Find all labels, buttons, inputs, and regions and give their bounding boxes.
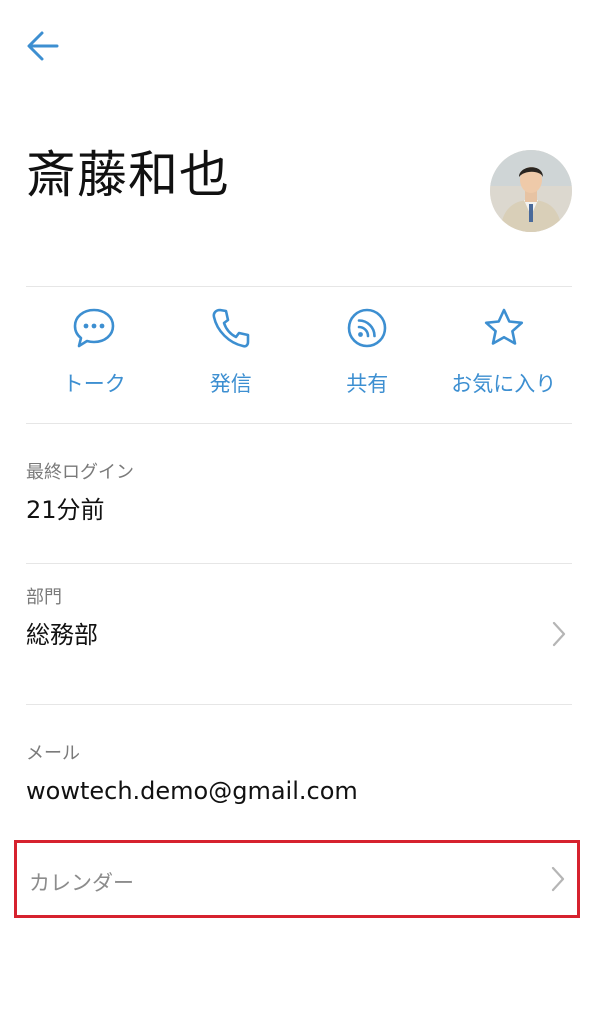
divider — [26, 423, 572, 424]
user-photo — [490, 150, 572, 232]
share-button[interactable]: 共有 — [299, 304, 436, 404]
favorite-button[interactable]: お気に入り — [436, 304, 573, 404]
star-icon — [480, 304, 528, 352]
email-field: メール wowtech.demo@gmail.com — [26, 742, 572, 808]
call-button[interactable]: 発信 — [163, 304, 300, 404]
call-label: 発信 — [209, 372, 252, 396]
talk-button[interactable]: トーク — [26, 304, 163, 404]
email-caption: メール — [26, 743, 80, 764]
department-row[interactable]: 部門 総務部 — [26, 586, 572, 666]
calendar-label: カレンダー — [29, 871, 134, 895]
divider — [26, 704, 572, 705]
department-value: 総務部 — [26, 621, 98, 649]
chevron-right-icon — [552, 621, 566, 647]
last-login-value: 21分前 — [26, 496, 105, 524]
divider — [26, 563, 572, 564]
calendar-row[interactable]: カレンダー — [14, 840, 580, 918]
email-value: wowtech.demo@gmail.com — [26, 777, 358, 805]
action-bar: トーク 発信 共有 お気に入り — [26, 304, 572, 404]
arrow-left-icon — [27, 31, 59, 61]
talk-label: トーク — [62, 372, 126, 396]
contact-name: 斎藤和也 — [26, 146, 230, 204]
share-label: 共有 — [346, 372, 389, 396]
last-login-caption: 最終ログイン — [26, 462, 134, 483]
back-button[interactable] — [22, 26, 64, 66]
favorite-label: お気に入り — [451, 372, 557, 396]
rss-share-icon — [343, 304, 391, 352]
divider — [26, 286, 572, 287]
phone-icon — [207, 304, 255, 352]
last-login-field: 最終ログイン 21分前 — [26, 461, 572, 527]
chevron-right-icon — [551, 866, 565, 892]
department-caption: 部門 — [26, 587, 62, 608]
avatar[interactable] — [490, 150, 572, 232]
chat-bubble-icon — [70, 304, 118, 352]
